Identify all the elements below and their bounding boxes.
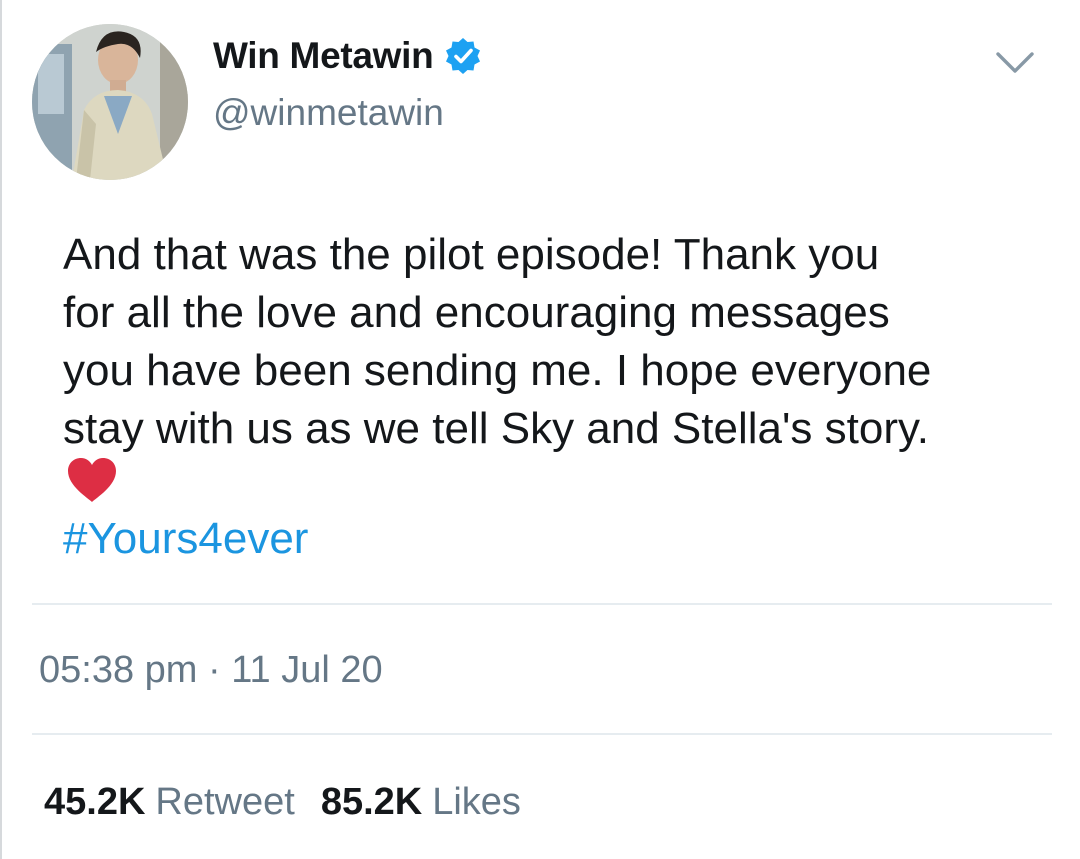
retweets-count: 45.2K [44, 781, 146, 823]
avatar-image [32, 24, 188, 180]
tweet-text: And that was the pilot episode! Thank yo… [63, 230, 932, 453]
chevron-down-icon [996, 52, 1034, 73]
retweets-stat[interactable]: 45.2K Retweet [44, 778, 295, 826]
hashtag-link[interactable]: #Yours4ever [63, 510, 308, 568]
avatar[interactable] [32, 24, 188, 180]
likes-count: 85.2K [320, 781, 423, 823]
tweet-card: Win Metawin @winmetawin And that was the… [0, 0, 1080, 859]
retweets-label: Retweet [155, 781, 295, 823]
verified-badge-icon [446, 38, 481, 74]
display-name[interactable]: Win Metawin [213, 35, 434, 77]
likes-stat[interactable]: 85.2K Likes [321, 778, 521, 826]
divider [32, 603, 1052, 605]
author-handle[interactable]: @winmetawin [213, 92, 444, 134]
divider [32, 733, 1052, 735]
tweet-menu-button[interactable] [992, 42, 1038, 82]
engagement-stats: 45.2K Retweet 85.2K Likes [44, 778, 521, 826]
red-heart-icon [68, 458, 116, 502]
tweet-timestamp[interactable]: 05:38 pm · 11 Jul 20 [39, 646, 383, 694]
author-row: Win Metawin [213, 33, 483, 79]
likes-label: Likes [432, 781, 521, 823]
